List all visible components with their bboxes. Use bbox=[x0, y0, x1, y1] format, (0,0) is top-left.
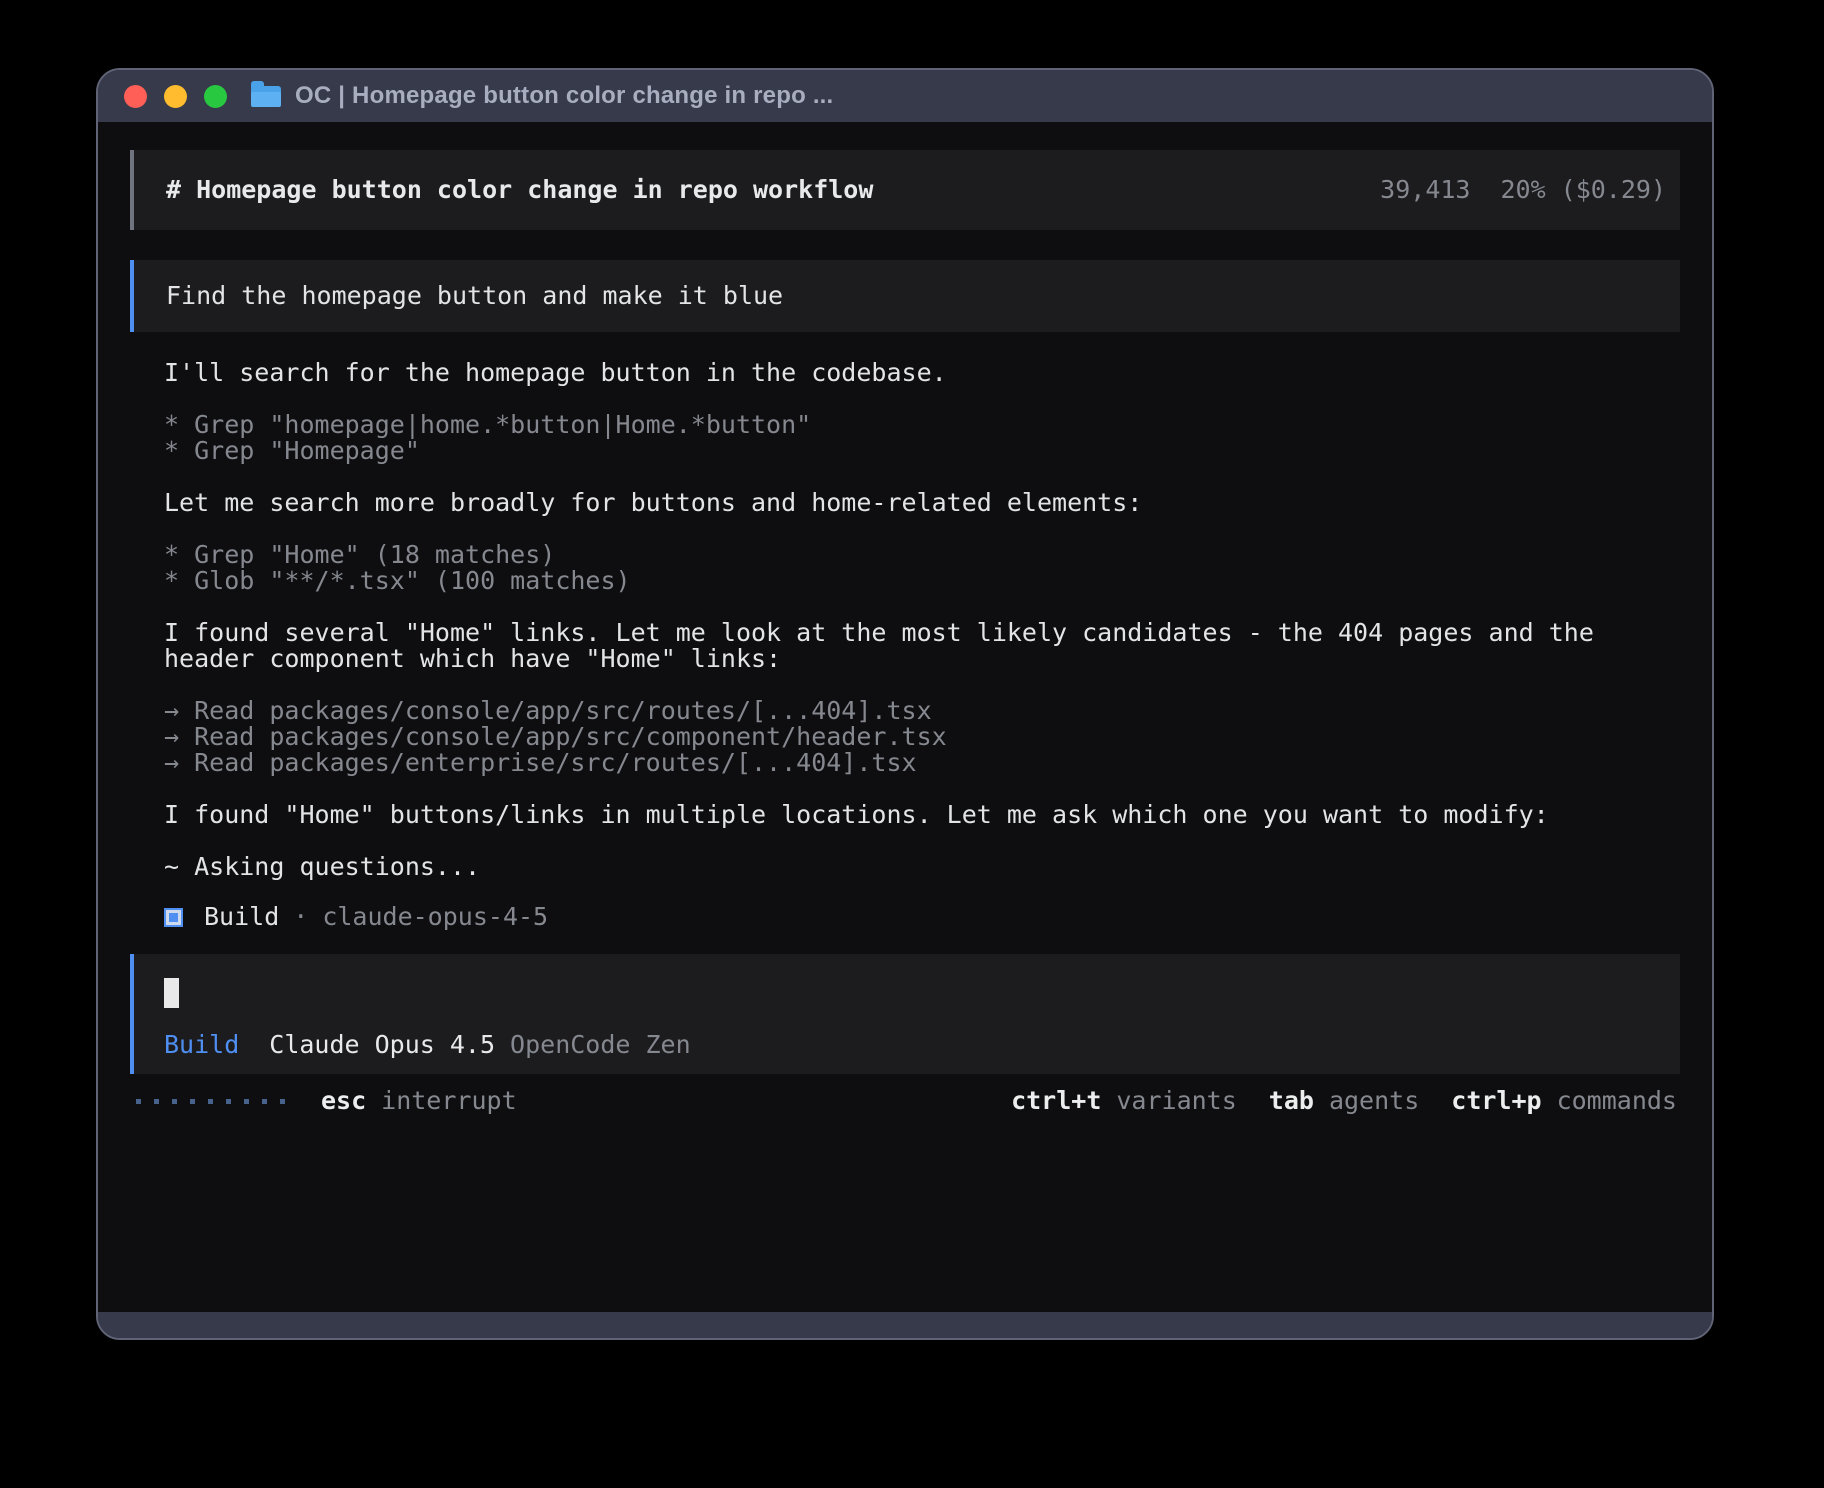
session-title: # Homepage button color change in repo w… bbox=[166, 177, 873, 203]
agent-mode-label[interactable]: Build bbox=[164, 1032, 239, 1058]
separator-dot: · bbox=[293, 904, 308, 930]
tool-call-line: * Grep "Home" (18 matches) bbox=[164, 542, 1680, 568]
prompt-input[interactable]: Build Claude Opus 4.5 OpenCode Zen bbox=[130, 954, 1680, 1074]
esc-key-action: interrupt bbox=[381, 1088, 516, 1114]
agent-name: Build bbox=[204, 904, 279, 930]
agent-square-icon bbox=[164, 908, 183, 927]
tool-call-line: → Read packages/console/app/src/routes/[… bbox=[164, 698, 1680, 724]
user-message-text: Find the homepage button and make it blu… bbox=[166, 283, 783, 309]
terminal-content: # Homepage button color change in repo w… bbox=[98, 122, 1712, 1312]
assistant-message: I'll search for the homepage button in t… bbox=[164, 360, 1680, 386]
tool-call-line: → Read packages/enterprise/src/routes/[.… bbox=[164, 750, 1680, 776]
session-cost: ($0.29) bbox=[1561, 175, 1666, 204]
shortcut-label: commands bbox=[1557, 1088, 1677, 1114]
context-percent: 20% bbox=[1500, 175, 1545, 204]
tool-call-line: * Glob "**/*.tsx" (100 matches) bbox=[164, 568, 1680, 594]
window-footer bbox=[98, 1312, 1712, 1338]
agent-model: claude-opus-4-5 bbox=[322, 904, 548, 930]
terminal-window: OC | Homepage button color change in rep… bbox=[96, 68, 1714, 1340]
assistant-message: I found "Home" buttons/links in multiple… bbox=[164, 802, 1680, 828]
status-bar: esc interrupt ctrl+t variants tab agents… bbox=[130, 1086, 1680, 1116]
text-cursor bbox=[164, 978, 179, 1008]
esc-key-hint: esc bbox=[321, 1088, 366, 1114]
shortcut-key: ctrl+t bbox=[1011, 1088, 1101, 1114]
status-bar-right: ctrl+t variants tab agents ctrl+p comman… bbox=[979, 1088, 1677, 1114]
tool-call-line: * Grep "Homepage" bbox=[164, 438, 1680, 464]
folder-icon bbox=[251, 86, 281, 107]
tool-call-line: * Grep "homepage|home.*button|Home.*butt… bbox=[164, 412, 1680, 438]
shortcut-label: agents bbox=[1329, 1088, 1419, 1114]
shortcut-key: tab bbox=[1269, 1088, 1314, 1114]
spinner-dots bbox=[136, 1099, 285, 1104]
token-count: 39,413 bbox=[1380, 175, 1470, 204]
provider-label: OpenCode Zen bbox=[510, 1032, 691, 1058]
assistant-message: Let me search more broadly for buttons a… bbox=[164, 490, 1680, 516]
user-message: Find the homepage button and make it blu… bbox=[130, 260, 1680, 332]
window-title: OC | Homepage button color change in rep… bbox=[295, 82, 833, 110]
zoom-button[interactable] bbox=[204, 85, 227, 108]
status-bar-left: esc interrupt bbox=[133, 1088, 517, 1114]
shortcut-key: ctrl+p bbox=[1451, 1088, 1541, 1114]
shortcut-variants: ctrl+t variants bbox=[1011, 1088, 1237, 1114]
tool-call-line: → Read packages/console/app/src/componen… bbox=[164, 724, 1680, 750]
window-titlebar[interactable]: OC | Homepage button color change in rep… bbox=[98, 70, 1712, 122]
conversation: I'll search for the homepage button in t… bbox=[130, 360, 1680, 880]
assistant-message: I found several "Home" links. Let me loo… bbox=[164, 620, 1680, 672]
shortcut-agents: tab agents bbox=[1269, 1088, 1419, 1114]
shortcut-commands: ctrl+p commands bbox=[1451, 1088, 1677, 1114]
agent-status-row: Build · claude-opus-4-5 bbox=[130, 904, 1680, 930]
traffic-lights bbox=[124, 85, 227, 108]
model-label[interactable]: Claude Opus 4.5 bbox=[269, 1032, 495, 1058]
session-header: # Homepage button color change in repo w… bbox=[130, 150, 1680, 230]
shortcut-label: variants bbox=[1116, 1088, 1236, 1114]
input-meta-row: Build Claude Opus 4.5 OpenCode Zen bbox=[164, 1032, 1648, 1058]
session-stats: 39,413 20% ($0.29) bbox=[1380, 177, 1666, 203]
minimize-button[interactable] bbox=[164, 85, 187, 108]
assistant-message: ~ Asking questions... bbox=[164, 854, 1680, 880]
close-button[interactable] bbox=[124, 85, 147, 108]
